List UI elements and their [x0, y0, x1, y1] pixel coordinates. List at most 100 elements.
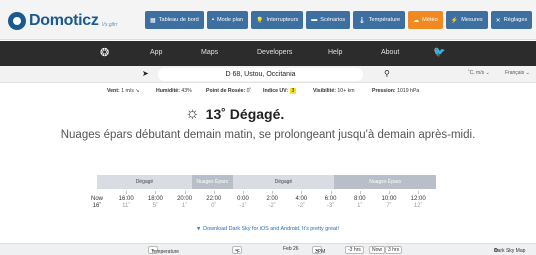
wind-stat: Vent: 1 m/s ↘ — [107, 88, 140, 94]
domoticz-logo[interactable]: Domoticz Vs.gltrr — [8, 10, 117, 32]
timeline-segment: Nuages Épars — [191, 175, 233, 189]
hour-time: 2:00 — [266, 196, 279, 202]
sun-icon: ☼ — [185, 105, 200, 122]
map-layer-select[interactable]: Temperature ⌄ — [148, 246, 179, 255]
visibility-label: Visibilité: — [313, 88, 336, 94]
hour-temp: 12˚ — [413, 203, 423, 209]
dewpoint-label: Point de Rosée: — [206, 88, 246, 94]
map-time-select[interactable]: 3PM ⌄ — [312, 246, 325, 255]
hour-column: Now 16˚ — [82, 196, 112, 209]
timeline-tick — [359, 191, 361, 194]
hour-column: 2:00 -2˚ — [257, 196, 287, 209]
timeline-tick — [389, 191, 390, 194]
hour-column: 8:00 1˚ — [345, 196, 375, 209]
hour-column: 18:00 5˚ — [140, 196, 170, 209]
location-input[interactable]: D 68, Ustou, Occitania — [158, 68, 363, 81]
map-step-back-button[interactable]: -3 hrs — [345, 246, 364, 254]
timeline-tick — [272, 191, 274, 194]
timeline-segment: Dégagé — [97, 175, 192, 189]
wind-value: 1 m/s ↘ — [121, 88, 140, 94]
map-now-button[interactable]: Now — [369, 246, 386, 254]
nav-about[interactable]: About — [381, 49, 399, 56]
hour-time: Now — [90, 196, 103, 202]
hour-time: 0:00 — [237, 196, 249, 202]
tab-label: Réglages — [503, 17, 528, 23]
hour-column: 10:00 7˚ — [374, 196, 404, 209]
hour-temp: 1˚ — [357, 203, 363, 209]
hour-column: 0:00 -1˚ — [228, 196, 258, 209]
tab-dashboard[interactable]: ▦ Tableau de bord — [145, 11, 204, 29]
current-conditions: Vent: 1 m/s ↘ Humidité: 43% Point de Ros… — [0, 86, 536, 96]
hour-column: 20:00 1˚ — [170, 196, 200, 209]
tab-label: Scénarios — [320, 17, 346, 23]
hour-time: 6:00 — [324, 196, 337, 202]
thermometer-icon: 🌡 — [358, 17, 366, 24]
twitter-icon[interactable]: 🐦 — [433, 47, 445, 58]
map-step-forward-button[interactable]: 3 hrs — [385, 246, 403, 254]
scene-icon: ▬ — [311, 17, 318, 23]
hour-temp: 11˚ — [122, 203, 131, 209]
tab-settings[interactable]: ✕ Réglages — [490, 11, 533, 29]
tab-label: Interrupteurs — [266, 17, 299, 23]
plan-icon: ▪ — [211, 17, 214, 23]
timeline-tick — [213, 191, 215, 194]
nav-maps[interactable]: Maps — [201, 49, 218, 56]
hour-time: 8:00 — [353, 196, 366, 202]
domoticz-logo-icon — [8, 12, 26, 30]
pressure-label: Pression: — [372, 88, 396, 94]
map-unit-select[interactable]: °F ⌄ — [232, 246, 243, 255]
tab-lightbulb[interactable]: 💡 Interrupteurs — [251, 11, 304, 29]
timeline-tick — [330, 191, 332, 194]
logo-subtitle: Vs.gltrr — [101, 22, 118, 28]
dashboard-icon: ▦ — [150, 17, 156, 24]
main-nav: ▦ Tableau de bord ▪ Mode plan 💡 Interrupteurs… — [145, 11, 533, 29]
humidity-value: 43% — [181, 88, 192, 94]
tab-label: Mesures — [461, 17, 483, 23]
current-location-icon[interactable]: ➤ — [142, 69, 149, 78]
tab-weather-cloud[interactable]: ☁ Météo — [408, 11, 443, 29]
hour-column: 12:00 12˚ — [403, 196, 433, 209]
hour-time: 4:00 — [295, 196, 308, 202]
hour-column: 4:00 -2˚ — [286, 196, 316, 209]
units-select[interactable]: ˚C, m/s ⌄ — [468, 70, 490, 76]
download-banner[interactable]: ♥ Download Dark Sky for iOS and Android. … — [0, 226, 536, 232]
timeline-tick — [155, 191, 157, 194]
timeline-segment: Dégagé — [232, 175, 335, 189]
logo-text: Domoticz — [29, 12, 99, 29]
tab-measures[interactable]: ⚡ Mesures — [445, 11, 488, 29]
heart-icon: ♥ — [196, 226, 201, 232]
hour-column: 6:00 -3˚ — [316, 196, 346, 209]
darksky-logo-icon[interactable]: ❂ — [100, 47, 112, 60]
map-toolbar: Temperature ⌄ °F ⌄ Feb 26 3PM ⌄ -3 hrs N… — [0, 243, 536, 255]
forecast-text: Nuages épars débutant demain matin, se p… — [60, 129, 476, 141]
hour-time: 22:00 — [206, 196, 222, 202]
lightbulb-icon: 💡 — [256, 17, 264, 24]
hour-temp: 1˚ — [181, 203, 188, 209]
hour-time: 20:00 — [177, 196, 193, 202]
nav-developers[interactable]: Developers — [257, 49, 292, 56]
darksky-nav: ❂ App Maps Developers Help About 🐦 — [0, 41, 536, 66]
language-select[interactable]: Français ⌄ — [505, 70, 530, 76]
humidity-label: Humidité: — [156, 88, 180, 94]
search-icon[interactable]: ⚲ — [384, 69, 390, 78]
map-brand-text: Dark Sky Map — [494, 248, 526, 254]
map-date[interactable]: Feb 26 — [283, 246, 299, 252]
tab-label: Température — [368, 17, 401, 23]
hour-column: 16:00 11˚ — [111, 196, 141, 209]
tab-thermometer[interactable]: 🌡 Température — [353, 11, 406, 29]
nav-app[interactable]: App — [150, 49, 162, 56]
dewpoint-stat: Point de Rosée: 0˚ — [206, 88, 251, 94]
nav-help[interactable]: Help — [328, 49, 342, 56]
hour-temp: 16˚ — [92, 203, 102, 209]
map-unit-value: °F — [235, 249, 241, 255]
hourly-timeline[interactable]: Dégagé Nuages Épars Dégagé Nuages Épars — [97, 175, 436, 189]
hour-temp: 0˚ — [211, 203, 217, 209]
uv-stat: Indice UV: 3 — [263, 88, 297, 94]
tab-plan[interactable]: ▪ Mode plan — [206, 11, 249, 29]
map-layer-value: Temperature — [151, 249, 180, 255]
tab-scene[interactable]: ▬ Scénarios — [306, 11, 351, 29]
tab-label: Mode plan — [216, 17, 244, 23]
hour-time: 12:00 — [410, 196, 426, 202]
hour-column: 22:00 0˚ — [199, 196, 229, 209]
uv-badge: 3 — [289, 88, 297, 94]
